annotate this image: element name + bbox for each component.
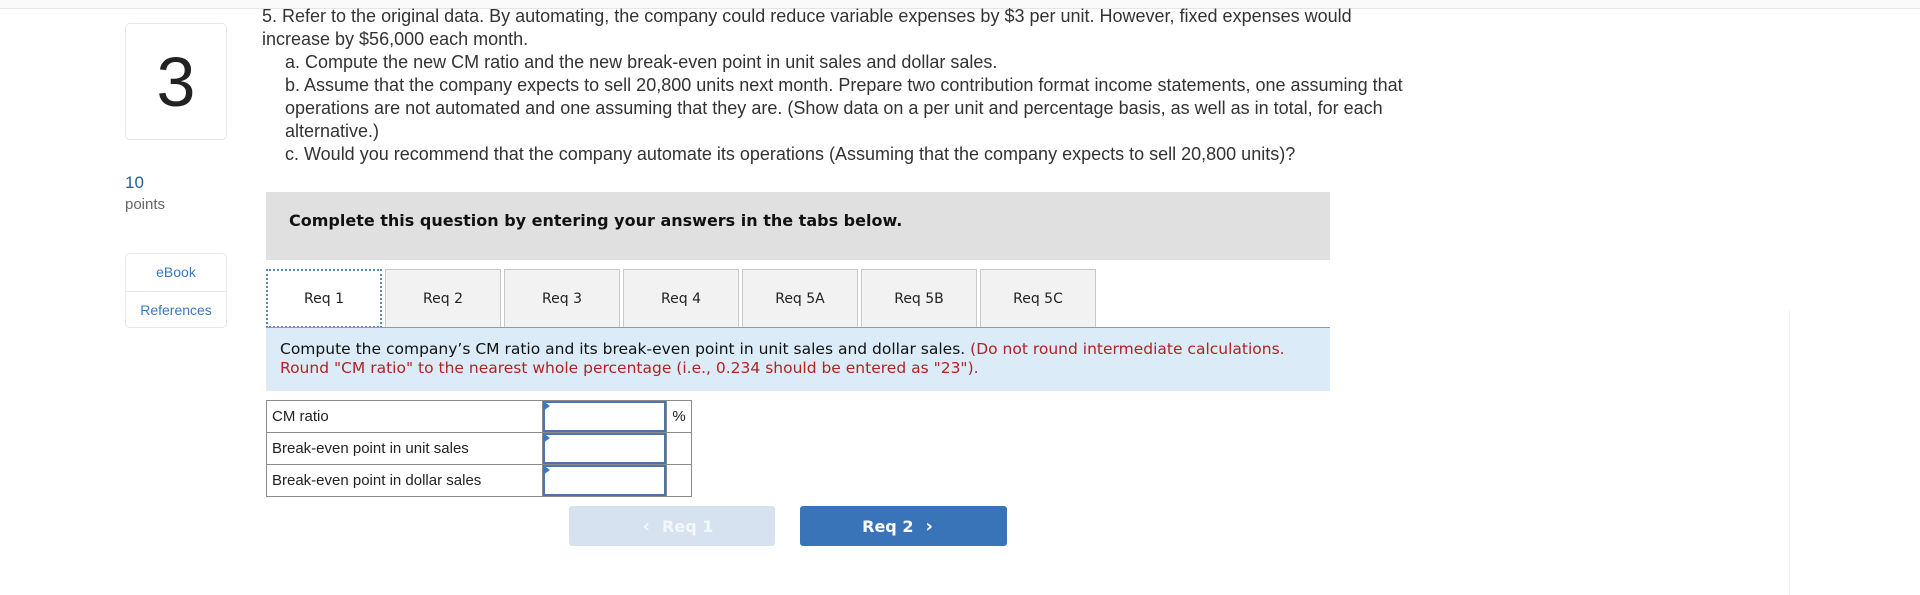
row-label-breakeven-dollars: Break-even point in dollar sales [266,464,543,497]
unit-cell [666,432,692,465]
references-link[interactable]: References [126,291,226,328]
question-number: 3 [125,23,227,140]
next-req-label: Req 2 [862,516,914,536]
table-row: CM ratio % [266,400,692,433]
banner-text: Complete this question by entering your … [289,211,903,230]
tab-req-2[interactable]: Req 2 [385,269,501,328]
flag-icon [543,465,550,475]
next-req-button[interactable]: Req 2 › [800,506,1007,546]
tab-req-5a[interactable]: Req 5A [742,269,858,328]
tab-req-4[interactable]: Req 4 [623,269,739,328]
row-label-breakeven-units: Break-even point in unit sales [266,432,543,465]
cm-ratio-input[interactable] [543,401,666,432]
flag-icon [543,433,550,443]
question-part-a: a. Compute the new CM ratio and the new … [285,52,998,72]
table-row: Break-even point in unit sales [266,432,692,465]
points-value: 10 [125,173,144,192]
prev-req-label: Req 1 [662,516,714,536]
resource-links: eBook References [125,253,227,328]
instruction-main: Compute the company’s CM ratio and its b… [280,340,966,358]
answer-table: CM ratio % Break-even point in unit sale… [266,400,692,497]
requirement-instructions: Compute the company’s CM ratio and its b… [266,328,1330,391]
ebook-link[interactable]: eBook [126,254,226,291]
right-panel-divider [1789,310,1790,595]
row-label-cm-ratio: CM ratio [266,400,543,433]
question-intro: 5. Refer to the original data. By automa… [262,6,1352,49]
tab-req-1[interactable]: Req 1 [266,269,382,328]
tab-req-5c[interactable]: Req 5C [980,269,1096,328]
table-row: Break-even point in dollar sales [266,464,692,497]
question-part-c: c. Would you recommend that the company … [285,144,1296,164]
tab-req-3[interactable]: Req 3 [504,269,620,328]
tab-req-5b[interactable]: Req 5B [861,269,977,328]
chevron-left-icon: ‹ [642,515,651,537]
question-text: 5. Refer to the original data. By automa… [262,5,1422,166]
breakeven-units-input[interactable] [543,433,666,464]
chevron-right-icon: › [925,515,933,537]
breakeven-dollars-input[interactable] [543,465,666,496]
points-label: points [125,196,166,213]
requirement-tabs: Req 1 Req 2 Req 3 Req 4 Req 5A Req 5B Re… [266,269,1099,328]
instruction-banner: Complete this question by entering your … [266,192,1330,260]
prev-req-button[interactable]: ‹ Req 1 [569,506,775,546]
unit-cell [666,464,692,497]
percent-unit: % [666,400,692,433]
question-part-b: b. Assume that the company expects to se… [285,75,1403,141]
flag-icon [543,401,550,411]
